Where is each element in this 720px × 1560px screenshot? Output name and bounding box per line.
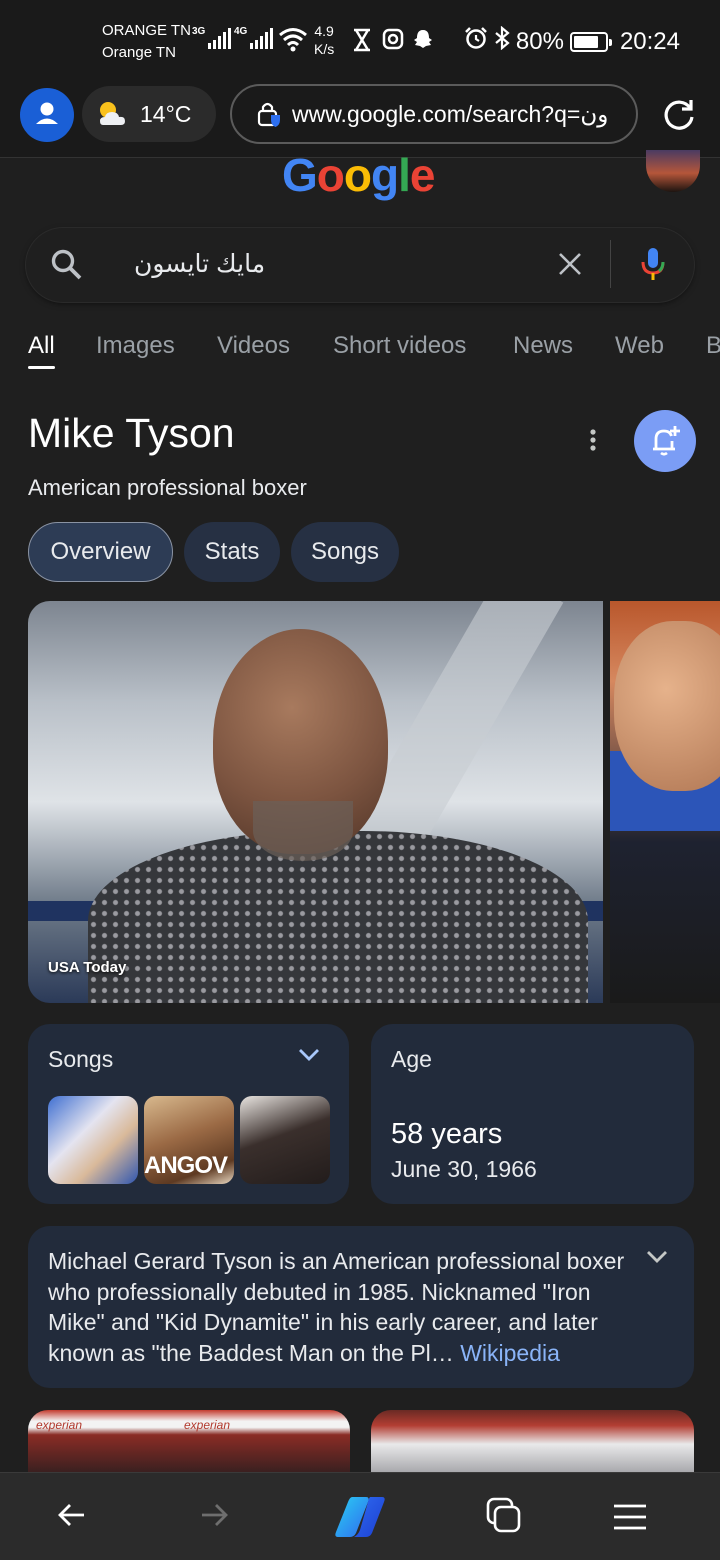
song-thumbnail-1[interactable] xyxy=(48,1096,138,1184)
arrow-right-icon xyxy=(202,1504,228,1526)
signal-2-icon: 4G xyxy=(234,26,274,49)
network-type-2: 4G xyxy=(234,26,248,37)
entity-side-photo[interactable] xyxy=(610,601,720,1003)
bottom-navigation xyxy=(0,1472,720,1560)
lock-shield-icon xyxy=(257,102,280,127)
about-text-block: Michael Gerard Tyson is an American prof… xyxy=(48,1246,648,1368)
forward-button[interactable] xyxy=(198,1499,230,1536)
chevron-down-icon[interactable] xyxy=(298,1048,320,1062)
weather-widget[interactable]: 14°C xyxy=(82,86,216,142)
speed-unit: K/s xyxy=(314,41,335,57)
tab-news[interactable]: News xyxy=(513,332,573,360)
entity-description: American professional boxer xyxy=(28,475,307,500)
network-type-1: 3G xyxy=(192,26,206,37)
hourglass-icon xyxy=(352,28,372,57)
wikipedia-link[interactable]: Wikipedia xyxy=(460,1340,560,1366)
snapchat-icon xyxy=(412,28,434,55)
clock-time: 20:24 xyxy=(619,27,680,55)
close-icon[interactable] xyxy=(556,250,584,278)
age-card[interactable]: Age 58 years June 30, 1966 xyxy=(371,1024,694,1204)
chip-songs[interactable]: Songs xyxy=(291,522,399,582)
copilot-button[interactable] xyxy=(332,1493,388,1546)
tab-more[interactable]: B xyxy=(706,332,720,360)
bell-add-icon xyxy=(653,426,680,456)
search-tabs: All Images Videos Short videos News Web … xyxy=(0,328,720,378)
photo-subject-beard xyxy=(253,801,353,861)
profile-button[interactable] xyxy=(20,88,74,142)
bluetooth-icon xyxy=(494,25,510,57)
back-button[interactable] xyxy=(56,1499,88,1536)
signal-1-icon: 3G xyxy=(192,26,232,49)
wifi-icon xyxy=(278,26,308,57)
url-text: www.google.com/search?q=ون xyxy=(292,100,609,127)
reload-icon xyxy=(664,100,694,130)
tabs-button[interactable] xyxy=(486,1497,522,1540)
age-card-label: Age xyxy=(391,1046,432,1072)
status-right: 80% 20:24 xyxy=(464,25,680,57)
side-photo-face xyxy=(614,621,720,791)
sponsor-text-1: experian xyxy=(36,1418,83,1432)
about-card[interactable]: Michael Gerard Tyson is an American prof… xyxy=(28,1226,694,1388)
photo-credit: USA Today xyxy=(48,959,127,976)
news-thumbnail-1[interactable]: experian experian xyxy=(28,1410,350,1472)
chip-overview[interactable]: Overview xyxy=(28,522,173,582)
songs-card[interactable]: Songs ANGOV xyxy=(28,1024,349,1204)
song-thumbnail-2[interactable]: ANGOV xyxy=(144,1096,234,1184)
instagram-icon xyxy=(382,28,404,55)
partly-cloudy-icon xyxy=(100,102,125,125)
chip-stats[interactable]: Stats xyxy=(184,522,280,582)
entity-main-photo[interactable]: USA Today xyxy=(28,601,603,1003)
alarm-icon xyxy=(464,26,488,57)
news-thumbnail-2[interactable] xyxy=(371,1410,694,1472)
tab-videos[interactable]: Videos xyxy=(217,332,290,360)
google-logo[interactable]: Google xyxy=(282,150,435,200)
age-value: 58 years xyxy=(391,1118,503,1150)
entity-title: Mike Tyson xyxy=(28,410,235,456)
sponsor-text-2: experian xyxy=(184,1418,231,1432)
more-vert-icon[interactable] xyxy=(582,426,604,456)
account-avatar[interactable] xyxy=(646,150,700,192)
copilot-icon xyxy=(335,1497,385,1537)
photo-subject-shirt xyxy=(88,831,588,1003)
network-speed: 4.9 K/s xyxy=(314,22,334,58)
chevron-down-icon[interactable] xyxy=(646,1250,668,1264)
tab-web[interactable]: Web xyxy=(615,332,664,360)
search-divider xyxy=(610,240,611,288)
tab-short-videos[interactable]: Short videos xyxy=(333,332,466,360)
search-icon xyxy=(51,249,82,280)
carrier-info: ORANGE TN Orange TN xyxy=(102,20,191,64)
battery-icon xyxy=(569,31,612,52)
address-bar[interactable]: www.google.com/search?q=ون xyxy=(230,84,638,144)
song-thumbnail-3[interactable] xyxy=(240,1096,330,1184)
carrier-name-2: Orange TN xyxy=(102,44,176,61)
browser-toolbar: 14°C www.google.com/search?q=ون xyxy=(0,78,720,158)
active-tab-indicator xyxy=(28,366,55,369)
tab-all[interactable]: All xyxy=(28,332,55,360)
battery-percent: 80% xyxy=(515,27,564,55)
speed-value: 4.9 xyxy=(314,23,334,39)
mic-icon[interactable] xyxy=(638,246,668,284)
song-thumbnail-2-text: ANGOV xyxy=(144,1152,228,1179)
tab-images[interactable]: Images xyxy=(96,332,175,360)
search-box[interactable]: مايك تايسون xyxy=(26,228,694,302)
weather-temperature: 14°C xyxy=(140,100,192,127)
follow-button[interactable] xyxy=(634,410,696,472)
carrier-name-1: ORANGE TN xyxy=(102,22,191,39)
birth-date: June 30, 1966 xyxy=(391,1156,537,1182)
person-icon xyxy=(36,102,58,124)
status-bar: ORANGE TN Orange TN 3G 4G 4.9 K/s 80% 20… xyxy=(0,0,720,78)
hamburger-menu-icon xyxy=(614,1504,646,1530)
arrow-left-icon xyxy=(58,1504,84,1526)
songs-card-label: Songs xyxy=(48,1046,114,1072)
menu-button[interactable] xyxy=(612,1503,648,1536)
search-query[interactable]: مايك تايسون xyxy=(134,249,265,279)
tabs-icon xyxy=(486,1497,521,1533)
reload-button[interactable] xyxy=(660,96,698,139)
